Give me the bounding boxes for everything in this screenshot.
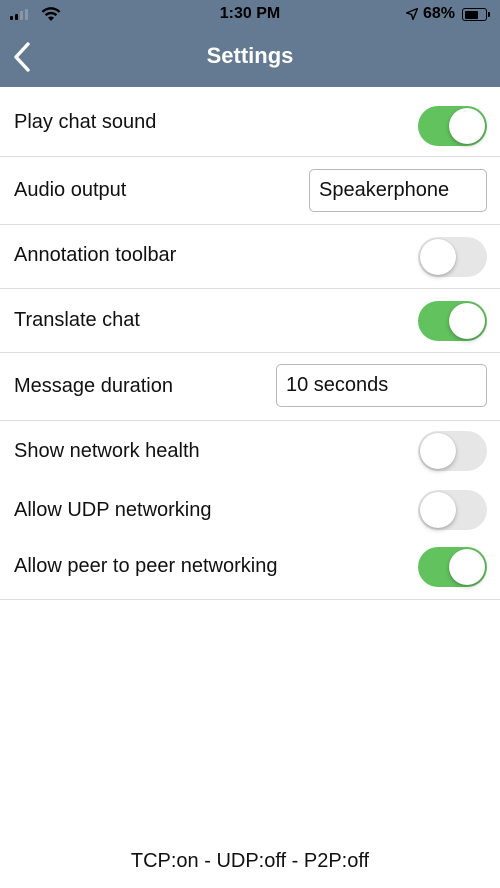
setting-label: Show network health (14, 440, 200, 462)
play-chat-sound-toggle[interactable] (418, 106, 487, 146)
allow-udp-toggle[interactable] (418, 490, 487, 530)
audio-output-select[interactable]: Speakerphone (309, 169, 487, 212)
page-title: Settings (206, 43, 294, 68)
toggle-knob (449, 108, 485, 144)
setting-row-allow-udp: Allow UDP networking (0, 480, 500, 536)
setting-row-message-duration: Message duration 10 seconds (0, 353, 500, 421)
top-bar: 1:30 PM 68% Settings (0, 0, 500, 87)
setting-row-allow-p2p: Allow peer to peer networking (0, 536, 500, 600)
toggle-knob (449, 549, 485, 585)
toggle-knob (420, 239, 456, 275)
network-status-footer: TCP:on - UDP:off - P2P:off (130, 850, 370, 872)
message-duration-select[interactable]: 10 seconds (276, 364, 487, 407)
setting-label: Message duration (14, 375, 173, 397)
setting-label: Play chat sound (14, 111, 157, 133)
battery-tip (488, 12, 490, 17)
toggle-knob (420, 433, 456, 469)
location-arrow-icon (406, 8, 418, 20)
battery-icon (462, 8, 487, 21)
setting-row-show-network-health: Show network health (0, 421, 500, 480)
translate-chat-toggle[interactable] (418, 301, 487, 341)
battery-percent: 68% (423, 5, 456, 22)
toggle-knob (449, 303, 485, 339)
annotation-toolbar-toggle[interactable] (418, 237, 487, 277)
toggle-knob (420, 492, 456, 528)
setting-row-translate-chat: Translate chat (0, 289, 500, 353)
setting-label: Allow peer to peer networking (14, 555, 278, 577)
setting-row-play-chat-sound: Play chat sound (0, 87, 500, 157)
show-network-health-toggle[interactable] (418, 431, 487, 471)
setting-row-annotation-toolbar: Annotation toolbar (0, 225, 500, 289)
setting-row-audio-output: Audio output Speakerphone (0, 157, 500, 225)
allow-p2p-toggle[interactable] (418, 547, 487, 587)
setting-label: Audio output (14, 179, 127, 201)
status-bar: 1:30 PM 68% (0, 0, 500, 30)
setting-label: Annotation toolbar (14, 244, 177, 266)
navigation-bar: Settings (0, 30, 500, 87)
setting-label: Translate chat (14, 309, 140, 331)
setting-label: Allow UDP networking (14, 499, 212, 521)
